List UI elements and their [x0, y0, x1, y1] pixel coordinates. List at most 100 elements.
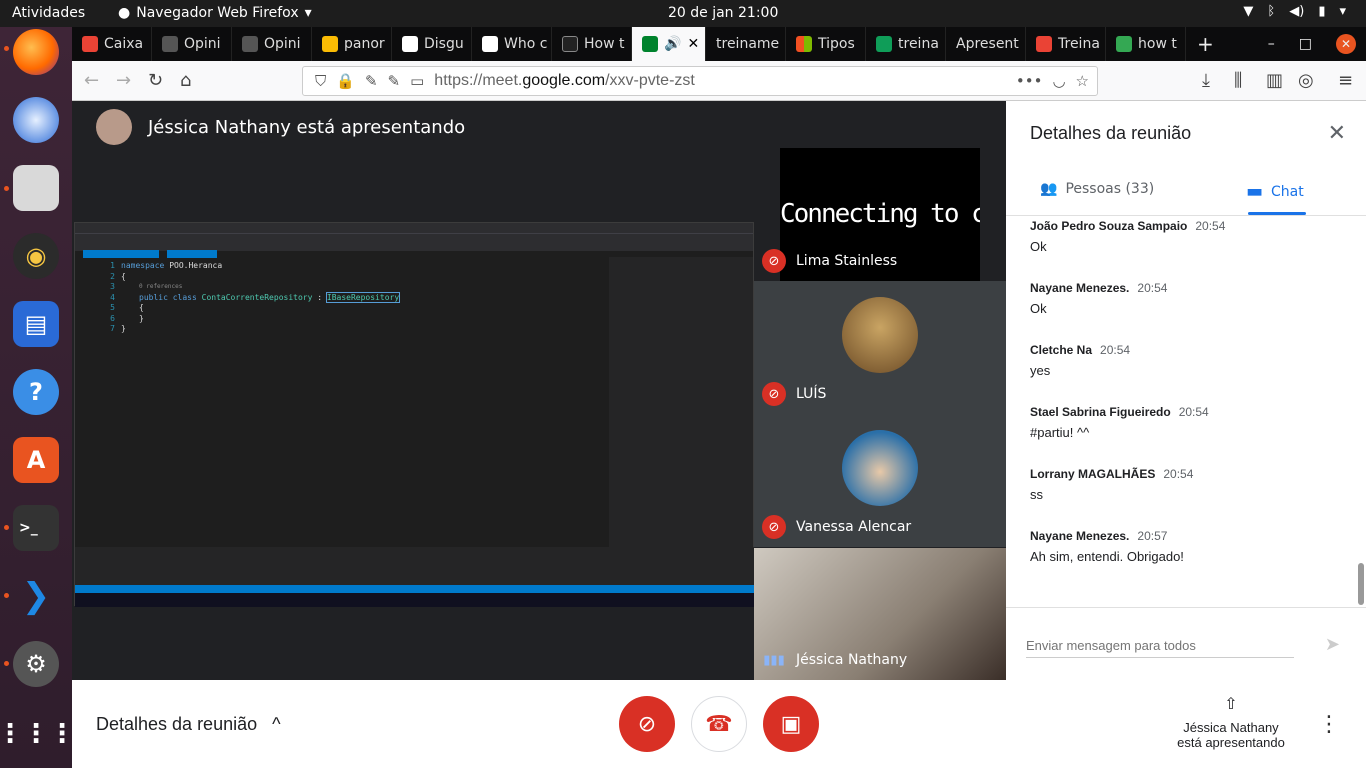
camera-toggle-button[interactable]: ▣	[763, 696, 819, 752]
participant-tile[interactable]: Connecting to camera... ⊘ Lima Stainless	[754, 148, 1006, 281]
divider	[1006, 215, 1366, 216]
software-center-icon[interactable]: A	[13, 437, 59, 483]
message-time: 20:54	[1178, 405, 1209, 419]
firefox-icon[interactable]	[13, 29, 59, 75]
mic-toggle-button[interactable]: ⊘	[619, 696, 675, 752]
minimize-icon[interactable]: –	[1268, 36, 1275, 52]
help-icon[interactable]: ?	[13, 369, 59, 415]
message-time: 20:54	[1100, 343, 1131, 357]
terminal-icon[interactable]: >_	[13, 505, 59, 551]
browser-tab-active[interactable]: 🔊 ✕	[632, 27, 706, 61]
show-apps-icon[interactable]: ⋮⋮⋮	[0, 711, 75, 757]
message-text: Ok	[1030, 301, 1047, 316]
chat-message: Nayane Menezes. 20:57 Ah sim, entendi. Obr…	[1030, 529, 1350, 564]
bluetooth-icon: ᛒ	[1267, 4, 1276, 19]
lock-icon[interactable]: 🔒	[336, 72, 355, 90]
sidebar-icon[interactable]: ▥	[1266, 70, 1283, 91]
shared-screen[interactable]: 1234567 namespace POO.Heranca { 0 refere…	[74, 222, 755, 607]
app-menu[interactable]: ● Navegador Web Firefox ▾	[118, 5, 312, 21]
chevron-down-icon: ▾	[1339, 4, 1346, 19]
close-icon[interactable]: ✕	[1328, 121, 1346, 146]
windows-taskbar	[75, 593, 755, 607]
leave-call-button[interactable]: ☎	[691, 696, 747, 752]
message-author: Lorrany MAGALHÃES	[1030, 467, 1156, 481]
running-indicator	[4, 661, 9, 666]
pocket-icon[interactable]: ◡	[1052, 72, 1065, 90]
close-tab-icon[interactable]: ✕	[687, 36, 699, 52]
chat-message: Lorrany MAGALHÃES 20:54 ss	[1030, 467, 1350, 502]
home-icon[interactable]: ⌂	[180, 70, 191, 91]
url-text[interactable]: https://meet.google.com/xxv-pvte-zst	[434, 72, 695, 90]
send-icon[interactable]: ➤	[1325, 634, 1340, 655]
close-window-icon[interactable]: ✕	[1336, 34, 1356, 54]
app-name: Navegador Web Firefox	[136, 5, 299, 21]
new-tab-icon[interactable]: +	[1197, 32, 1214, 56]
browser-tab[interactable]: Tipos	[786, 27, 866, 61]
tab-chat[interactable]: ▬ Chat	[1246, 181, 1304, 202]
message-author: João Pedro Souza Sampaio	[1030, 219, 1188, 233]
chat-scrollbar[interactable]	[1358, 563, 1364, 605]
browser-tab[interactable]: Caixa	[72, 27, 152, 61]
reload-icon[interactable]: ↻	[148, 70, 163, 91]
browser-tab[interactable]: Apresent	[946, 27, 1026, 61]
activities-button[interactable]: Atividades	[12, 5, 85, 21]
thunderbird-icon[interactable]	[13, 97, 59, 143]
meeting-details-toggle[interactable]: Detalhes da reunião ^	[96, 714, 281, 735]
files-icon[interactable]	[13, 165, 59, 211]
google-meet-icon	[642, 36, 658, 52]
browser-tab[interactable]: treiname	[706, 27, 786, 61]
browser-tab[interactable]: Treina	[1026, 27, 1106, 61]
camera-blocked-icon[interactable]: ✎	[365, 72, 378, 90]
hexagon-icon	[562, 36, 578, 52]
tab-people[interactable]: 👥 Pessoas (33)	[1040, 181, 1154, 197]
account-icon[interactable]: ◎	[1298, 70, 1314, 91]
settings-icon[interactable]: ⚙	[13, 641, 59, 687]
site-icon	[1116, 36, 1132, 52]
camera-off-icon: ▣	[780, 711, 802, 737]
browser-tab[interactable]: Opini	[232, 27, 312, 61]
presenting-button[interactable]: ⇧ Jéssica Nathany está apresentando	[1172, 694, 1290, 750]
browser-tab[interactable]: Disgu	[392, 27, 472, 61]
forward-icon[interactable]: →	[116, 70, 131, 91]
running-indicator	[4, 593, 9, 598]
download-icon[interactable]: ⤓	[1202, 70, 1210, 91]
participant-name: Vanessa Alencar	[796, 519, 912, 535]
more-actions-icon[interactable]: •••	[1016, 72, 1043, 90]
browser-tab[interactable]: Who c	[472, 27, 552, 61]
participant-tile-video[interactable]: ▮▮▮ Jéssica Nathany	[754, 548, 1006, 680]
bookmark-star-icon[interactable]: ☆	[1076, 72, 1089, 90]
maximize-icon[interactable]: □	[1299, 36, 1312, 52]
participant-name: Lima Stainless	[796, 253, 898, 269]
message-time: 20:54	[1163, 467, 1194, 481]
back-icon[interactable]: ←	[84, 70, 99, 91]
libreoffice-writer-icon[interactable]: ▤	[13, 301, 59, 347]
more-options-icon[interactable]: ⋮	[1318, 712, 1340, 737]
notification-icon[interactable]: ▭	[410, 72, 424, 90]
speaker-icon[interactable]: 🔊	[664, 36, 681, 52]
chat-compose: ➤	[1006, 607, 1366, 680]
menu-icon[interactable]: ≡	[1338, 70, 1353, 91]
message-text: ss	[1030, 487, 1043, 502]
participant-tile[interactable]: ⊘ LUÍS	[754, 281, 1006, 414]
code-line: {	[121, 271, 126, 281]
participant-tile[interactable]: ⊘ Vanessa Alencar	[754, 414, 1006, 547]
library-icon[interactable]: ⫼	[1234, 70, 1242, 91]
shield-icon[interactable]: ⛉	[315, 72, 326, 90]
clock[interactable]: 20 de jan 21:00	[668, 5, 778, 21]
mic-permission-icon[interactable]: ✎	[388, 72, 401, 90]
browser-tab[interactable]: panor	[312, 27, 392, 61]
line-numbers: 1234567	[110, 261, 115, 333]
url-bar[interactable]: ⛉ 🔒 ✎ ✎ ▭ https://meet.google.com/xxv-pv…	[302, 66, 1098, 96]
browser-tab[interactable]: treina	[866, 27, 946, 61]
chat-messages[interactable]: João Pedro Souza Sampaio 20:54 Ok Nayane M…	[1030, 219, 1350, 605]
present-screen-icon: ⇧	[1224, 696, 1238, 713]
system-tray[interactable]: ▼ ᛒ ◀) ▮ ▾	[1243, 4, 1346, 19]
chat-input[interactable]	[1026, 634, 1294, 658]
vscode-icon[interactable]: ❯	[13, 573, 59, 619]
browser-tab[interactable]: How t	[552, 27, 632, 61]
browser-tab[interactable]: how t	[1106, 27, 1186, 61]
gmail-icon	[82, 36, 98, 52]
browser-tab[interactable]: Opini	[152, 27, 232, 61]
avatar	[842, 297, 918, 373]
rhythmbox-icon[interactable]: ◉	[13, 233, 59, 279]
